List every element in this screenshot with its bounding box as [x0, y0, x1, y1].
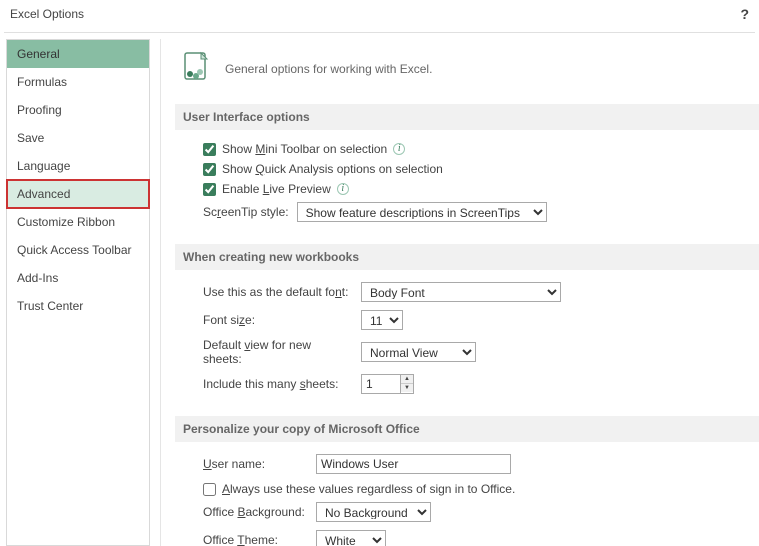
window-title: Excel Options	[10, 7, 84, 21]
default-view-label: Default view for new sheets:	[203, 338, 353, 366]
sidebar-item-formulas[interactable]: Formulas	[7, 68, 149, 96]
title-divider	[4, 32, 755, 33]
sidebar-item-save[interactable]: Save	[7, 124, 149, 152]
username-input[interactable]	[316, 454, 511, 474]
checkbox-quick-analysis-input[interactable]	[203, 163, 216, 176]
theme-label: Office Theme:	[203, 533, 308, 546]
font-size-select[interactable]: 11	[361, 310, 403, 330]
page-header: General options for working with Excel.	[181, 51, 759, 86]
default-view-select[interactable]: Normal View	[361, 342, 476, 362]
section-heading-workbooks: When creating new workbooks	[175, 244, 759, 270]
sidebar: General Formulas Proofing Save Language …	[6, 39, 150, 546]
sidebar-item-proofing[interactable]: Proofing	[7, 96, 149, 124]
info-icon[interactable]: i	[393, 143, 405, 155]
default-font-select[interactable]: Body Font	[361, 282, 561, 302]
main-area: General Formulas Proofing Save Language …	[0, 39, 759, 546]
sidebar-item-advanced[interactable]: Advanced	[7, 180, 149, 208]
sidebar-item-add-ins[interactable]: Add-Ins	[7, 264, 149, 292]
sidebar-item-trust-center[interactable]: Trust Center	[7, 292, 149, 320]
font-size-label: Font size:	[203, 313, 353, 327]
section-body-ui: Show Mini Toolbar on selection i Show Qu…	[175, 142, 759, 244]
title-bar: Excel Options ?	[0, 0, 759, 32]
checkbox-live-preview[interactable]: Enable Live Preview i	[203, 182, 759, 196]
theme-select[interactable]: White	[316, 530, 386, 546]
checkbox-mini-toolbar-input[interactable]	[203, 143, 216, 156]
spinner-down-icon[interactable]: ▼	[401, 384, 413, 392]
sidebar-item-customize-ribbon[interactable]: Customize Ribbon	[7, 208, 149, 236]
section-heading-ui: User Interface options	[175, 104, 759, 130]
info-icon[interactable]: i	[337, 183, 349, 195]
sidebar-item-language[interactable]: Language	[7, 152, 149, 180]
sheets-spinner[interactable]: ▲▼	[361, 374, 414, 394]
spinner-arrows[interactable]: ▲▼	[401, 374, 414, 394]
help-icon[interactable]: ?	[740, 6, 749, 22]
checkbox-mini-toolbar[interactable]: Show Mini Toolbar on selection i	[203, 142, 759, 156]
checkbox-quick-analysis[interactable]: Show Quick Analysis options on selection	[203, 162, 759, 176]
screentip-select[interactable]: Show feature descriptions in ScreenTips	[297, 202, 547, 222]
checkbox-live-preview-input[interactable]	[203, 183, 216, 196]
checkbox-always-use[interactable]: Always use these values regardless of si…	[203, 482, 759, 496]
sidebar-item-general[interactable]: General	[7, 40, 149, 68]
background-label: Office Background:	[203, 505, 308, 519]
section-body-personalize: User name: Always use these values regar…	[175, 454, 759, 546]
content-panel: General options for working with Excel. …	[160, 39, 759, 546]
settings-icon	[181, 51, 213, 86]
sheets-input[interactable]	[361, 374, 401, 394]
section-body-workbooks: Use this as the default font: Body Font …	[175, 282, 759, 416]
background-select[interactable]: No Background	[316, 502, 431, 522]
sheets-label: Include this many sheets:	[203, 377, 353, 391]
screentip-label: ScreenTip style:	[203, 205, 289, 219]
page-subtitle: General options for working with Excel.	[225, 62, 432, 76]
checkbox-always-use-input[interactable]	[203, 483, 216, 496]
username-label: User name:	[203, 457, 308, 471]
default-font-label: Use this as the default font:	[203, 285, 353, 299]
sidebar-item-quick-access-toolbar[interactable]: Quick Access Toolbar	[7, 236, 149, 264]
spinner-up-icon[interactable]: ▲	[401, 375, 413, 384]
section-heading-personalize: Personalize your copy of Microsoft Offic…	[175, 416, 759, 442]
